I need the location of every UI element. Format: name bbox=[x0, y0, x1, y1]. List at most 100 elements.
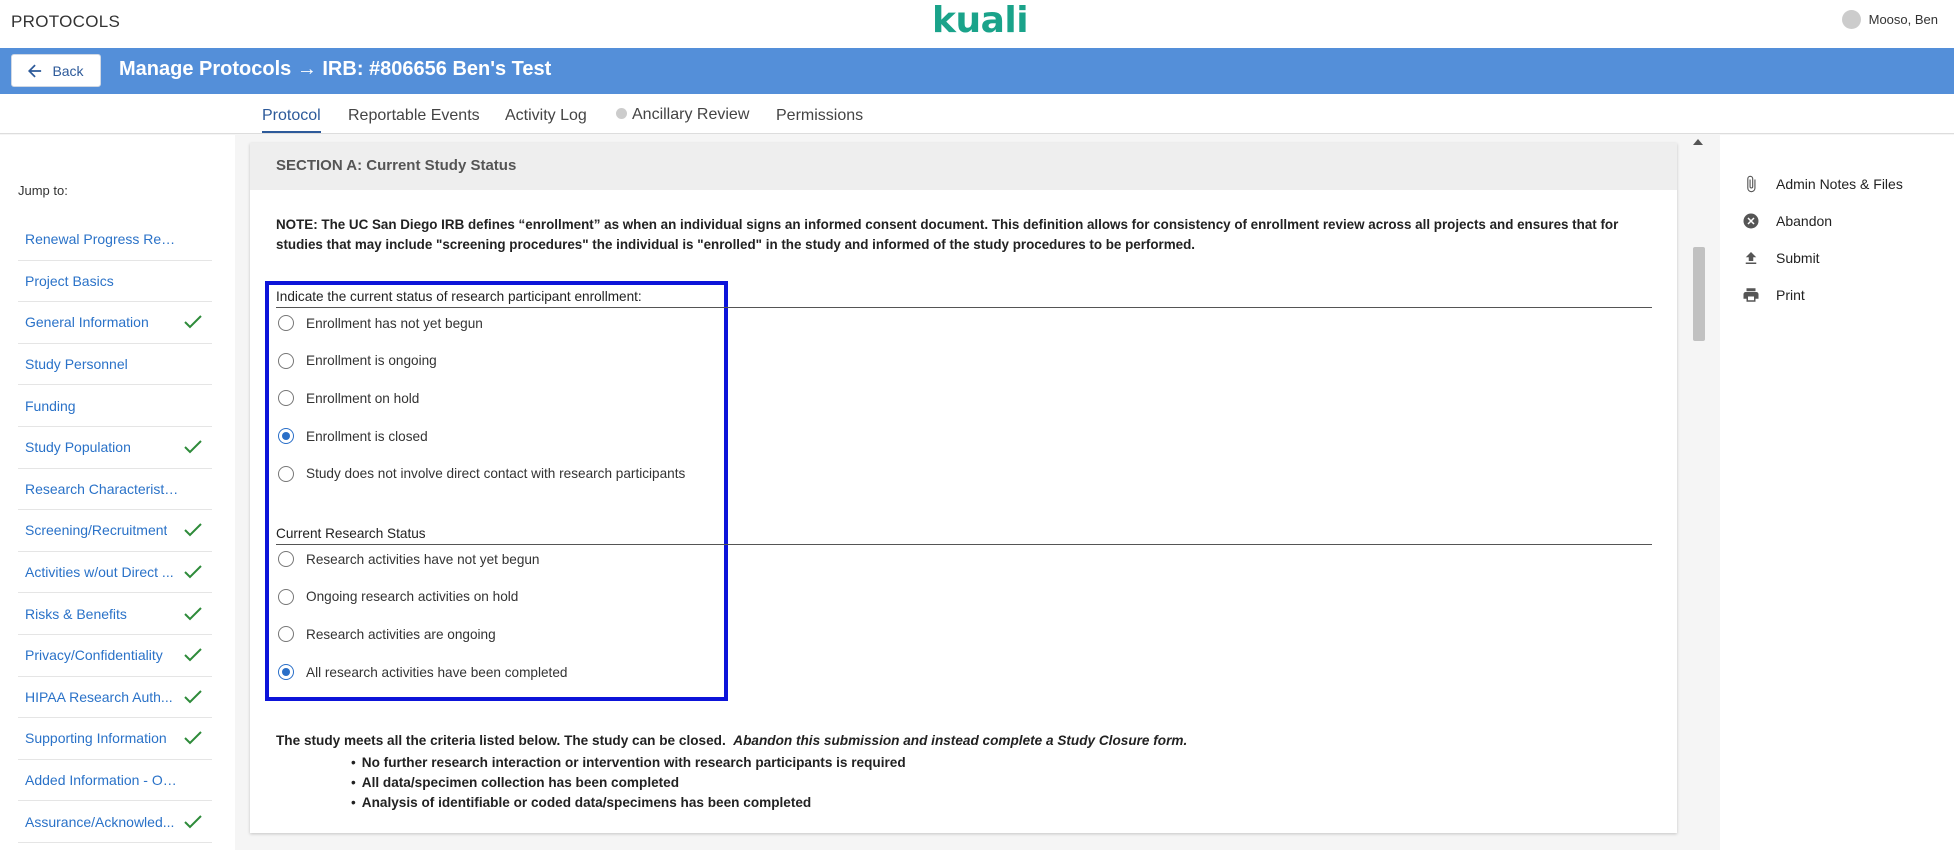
top-bar: PROTOCOLS kuali Mooso, Ben bbox=[0, 0, 1954, 48]
section-header: SECTION A: Current Study Status bbox=[250, 143, 1677, 190]
sidebar-item-label: Screening/Recruitment bbox=[25, 522, 168, 539]
radio-option-label: Enrollment is ongoing bbox=[306, 353, 437, 369]
note-text: The UC San Diego IRB defines “enrollment… bbox=[276, 217, 1619, 252]
radio-option[interactable]: Research activities are ongoing bbox=[278, 626, 496, 643]
tab-ancillary-review-label: Ancillary Review bbox=[632, 106, 750, 123]
radio-unselected[interactable] bbox=[278, 390, 294, 407]
checkmark-icon bbox=[184, 315, 202, 329]
print-label: Print bbox=[1776, 287, 1805, 303]
admin-notes-button[interactable]: Admin Notes & Files bbox=[1742, 175, 1903, 193]
sidebar-item-label: Study Personnel bbox=[25, 356, 128, 373]
radio-option-label: Ongoing research activities on hold bbox=[306, 589, 519, 605]
jump-to-label: Jump to: bbox=[18, 183, 68, 198]
sidebar-item-label: Assurance/Acknowled... bbox=[25, 813, 175, 830]
tab-protocol[interactable]: Protocol bbox=[262, 107, 321, 133]
print-button[interactable]: Print bbox=[1742, 286, 1805, 304]
radio-unselected[interactable] bbox=[278, 626, 294, 643]
checkmark-icon bbox=[184, 731, 202, 745]
closure-criteria: No further research interaction or inter… bbox=[351, 753, 906, 813]
sidebar-item-label: Project Basics bbox=[25, 272, 114, 289]
radio-unselected[interactable] bbox=[278, 315, 294, 331]
radio-unselected[interactable] bbox=[278, 551, 294, 567]
tab-ancillary-review[interactable]: Ancillary Review bbox=[616, 106, 749, 130]
checkmark-icon bbox=[184, 606, 202, 621]
tab-activity-log[interactable]: Activity Log bbox=[505, 107, 587, 131]
sidebar-item[interactable]: Risks & Benefits bbox=[18, 593, 212, 635]
radio-option-label: Study does not involve direct contact wi… bbox=[306, 466, 686, 482]
abandon-button[interactable]: Abandon bbox=[1742, 212, 1832, 230]
sidebar-item[interactable]: Supporting Information bbox=[18, 718, 212, 760]
closure-text: The study meets all the criteria listed … bbox=[276, 733, 1187, 748]
back-button[interactable]: Back bbox=[11, 54, 101, 87]
sidebar-item-label: Research Characteristics bbox=[25, 480, 180, 497]
sidebar-item[interactable]: Added Information - Optio... bbox=[18, 760, 212, 802]
app-name: PROTOCOLS bbox=[11, 12, 121, 31]
scrollbar[interactable] bbox=[1690, 135, 1706, 850]
section-card: SECTION A: Current Study Status NOTE: Th… bbox=[250, 143, 1677, 833]
radio-option[interactable]: Enrollment is closed bbox=[278, 428, 428, 445]
radio-option[interactable]: Ongoing research activities on hold bbox=[278, 588, 519, 605]
sidebar-item-label: HIPAA Research Auth... bbox=[25, 688, 173, 705]
sidebar-item[interactable]: HIPAA Research Auth... bbox=[18, 677, 212, 719]
sidebar-item-label: Added Information - Optio... bbox=[25, 772, 180, 789]
sidebar-item[interactable]: Activities w/out Direct ... bbox=[18, 552, 212, 594]
close-circle-icon bbox=[1743, 213, 1759, 229]
radio-option-label: All research activities have been comple… bbox=[306, 664, 568, 680]
paperclip-icon bbox=[1747, 175, 1756, 193]
kuali-logo[interactable]: kuali bbox=[932, 0, 1029, 41]
radio-unselected[interactable] bbox=[278, 465, 294, 482]
sidebar-item[interactable]: Assurance/Acknowled... bbox=[18, 801, 212, 843]
radio-option[interactable]: Enrollment on hold bbox=[278, 390, 420, 407]
criteria-item: Analysis of identifiable or coded data/s… bbox=[351, 793, 906, 813]
sidebar-item-label: Study Population bbox=[25, 439, 131, 456]
enrollment-question: Indicate the current status of research … bbox=[276, 289, 642, 304]
sidebar-item[interactable]: General Information bbox=[18, 302, 212, 344]
radio-selected[interactable] bbox=[278, 664, 294, 681]
tab-permissions[interactable]: Permissions bbox=[776, 107, 863, 131]
sidebar-item[interactable]: Study Population bbox=[18, 427, 212, 469]
checkmark-icon bbox=[184, 648, 202, 662]
criteria-item: All data/specimen collection has been co… bbox=[351, 773, 906, 793]
jump-to-list: Renewal Progress Report Project Basics Gen… bbox=[18, 219, 212, 843]
sidebar-item[interactable]: Screening/Recruitment bbox=[18, 510, 212, 552]
scroll-up-icon[interactable] bbox=[1693, 139, 1703, 145]
tab-reportable-events[interactable]: Reportable Events bbox=[348, 107, 480, 131]
radio-option[interactable]: Study does not involve direct contact wi… bbox=[278, 465, 686, 482]
radio-unselected[interactable] bbox=[278, 588, 294, 605]
sidebar-item[interactable]: Funding bbox=[18, 385, 212, 427]
back-button-label: Back bbox=[52, 62, 84, 79]
main-content: SECTION A: Current Study Status NOTE: Th… bbox=[235, 135, 1698, 850]
sidebar-item-label: Renewal Progress Report bbox=[25, 231, 180, 248]
sidebar-item[interactable]: Renewal Progress Report bbox=[18, 219, 212, 261]
radio-option[interactable]: All research activities have been comple… bbox=[278, 664, 568, 681]
divider bbox=[276, 307, 1652, 308]
admin-notes-label: Admin Notes & Files bbox=[1776, 176, 1903, 192]
submit-button[interactable]: Submit bbox=[1742, 249, 1820, 267]
radio-unselected[interactable] bbox=[278, 352, 294, 369]
sidebar-item[interactable]: Project Basics bbox=[18, 261, 212, 303]
radio-option-label: Enrollment on hold bbox=[306, 390, 420, 406]
scroll-thumb[interactable] bbox=[1693, 247, 1705, 341]
research-status-question: Current Research Status bbox=[276, 526, 426, 541]
abandon-label: Abandon bbox=[1776, 213, 1833, 229]
sidebar-item-label: Risks & Benefits bbox=[25, 605, 127, 622]
submit-label: Submit bbox=[1776, 250, 1820, 266]
radio-option[interactable]: Enrollment is ongoing bbox=[278, 352, 437, 369]
tab-bar: Protocol Reportable Events Activity Log … bbox=[0, 94, 1954, 134]
page-title: Manage Protocols → IRB: #806656 Ben's Te… bbox=[119, 58, 552, 80]
radio-selected[interactable] bbox=[278, 428, 294, 445]
radio-option[interactable]: Enrollment has not yet begun bbox=[278, 315, 483, 331]
checkmark-icon bbox=[184, 523, 202, 537]
checkmark-icon bbox=[184, 814, 202, 829]
avatar bbox=[1841, 10, 1861, 29]
radio-option-label: Enrollment is closed bbox=[306, 428, 428, 444]
sidebar-item[interactable]: Privacy/Confidentiality bbox=[18, 635, 212, 677]
section-title: SECTION A: Current Study Status bbox=[276, 157, 517, 174]
divider bbox=[276, 544, 1652, 545]
user-menu[interactable]: Mooso, Ben bbox=[1841, 10, 1938, 29]
sidebar-item[interactable]: Study Personnel bbox=[18, 344, 212, 386]
radio-option-label: Research activities are ongoing bbox=[306, 626, 496, 642]
radio-option[interactable]: Research activities have not yet begun bbox=[278, 551, 540, 567]
sidebar-item-label: Funding bbox=[25, 397, 76, 414]
sidebar-item[interactable]: Research Characteristics bbox=[18, 469, 212, 511]
